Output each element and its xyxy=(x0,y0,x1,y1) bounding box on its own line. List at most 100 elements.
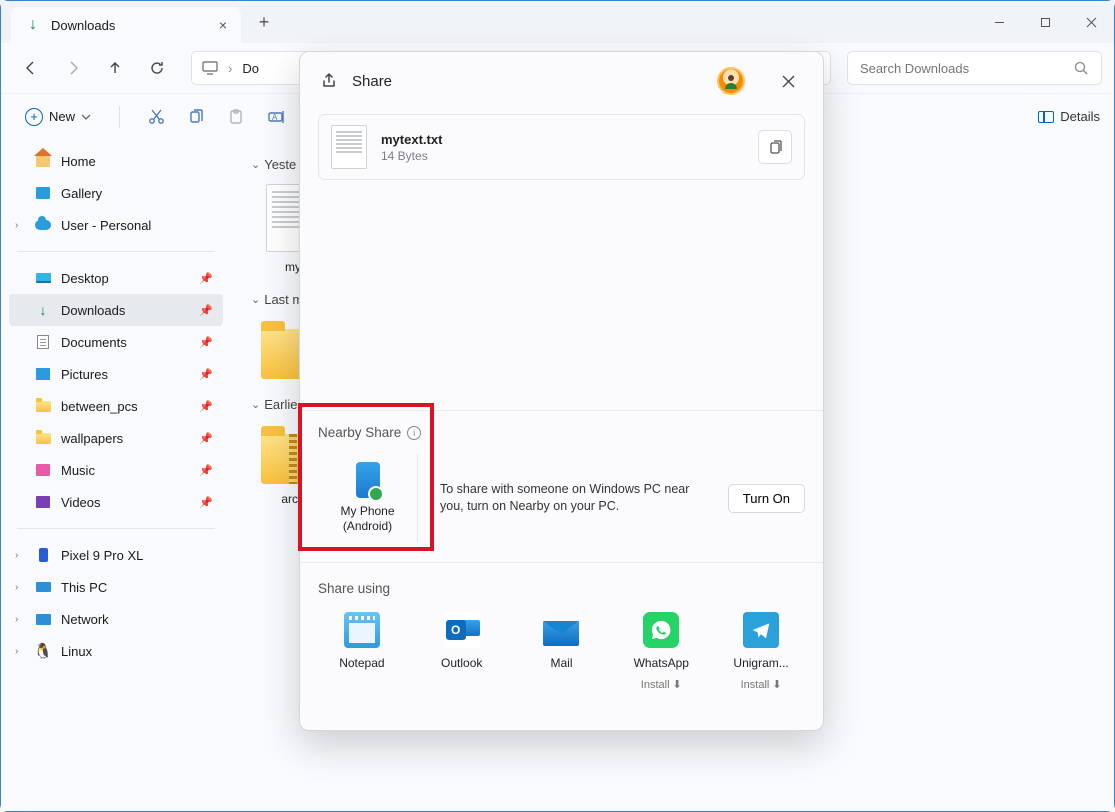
sidebar-item-music[interactable]: Music📌 xyxy=(9,454,223,486)
sidebar-item-downloads[interactable]: ↓Downloads📌 xyxy=(9,294,223,326)
share-app-unigram[interactable]: Unigram... Install ⬇ xyxy=(717,612,805,691)
details-label: Details xyxy=(1060,109,1100,124)
search-box[interactable] xyxy=(847,51,1102,85)
chevron-right-icon[interactable]: › xyxy=(15,582,18,593)
sidebar-item-wallpapers[interactable]: wallpapers📌 xyxy=(9,422,223,454)
share-close-button[interactable] xyxy=(773,66,803,96)
rename-button[interactable]: A xyxy=(258,99,294,135)
home-icon xyxy=(36,155,50,167)
file-card: mytext.txt 14 Bytes xyxy=(318,114,805,180)
nearby-message: To share with someone on Windows PC near… xyxy=(440,481,706,516)
sidebar-item-pixel[interactable]: ›Pixel 9 Pro XL xyxy=(9,539,223,571)
chevron-right-icon[interactable]: › xyxy=(15,614,18,625)
search-icon xyxy=(1074,61,1089,76)
breadcrumb-item[interactable]: Do xyxy=(242,61,259,76)
download-icon: ↓ xyxy=(40,302,47,318)
device-name: My Phone(Android) xyxy=(340,504,394,534)
phone-device-icon xyxy=(356,462,380,498)
pictures-icon xyxy=(36,368,50,380)
telegram-icon xyxy=(743,612,779,648)
file-size: 14 Bytes xyxy=(381,149,442,163)
sidebar-item-network[interactable]: ›Network xyxy=(9,603,223,635)
close-button[interactable] xyxy=(1068,1,1114,43)
whatsapp-icon xyxy=(643,612,679,648)
divider xyxy=(119,106,120,128)
sidebar-item-videos[interactable]: Videos📌 xyxy=(9,486,223,518)
paste-button[interactable] xyxy=(218,99,254,135)
search-input[interactable] xyxy=(860,61,1074,76)
turn-on-button[interactable]: Turn On xyxy=(728,484,805,513)
share-app-notepad[interactable]: Notepad xyxy=(318,612,406,691)
sidebar-item-pictures[interactable]: Pictures📌 xyxy=(9,358,223,390)
outlook-icon: O xyxy=(444,612,480,648)
plus-icon: + xyxy=(25,108,43,126)
breadcrumb-separator: › xyxy=(228,61,232,76)
text-file-icon xyxy=(331,125,367,169)
share-app-whatsapp[interactable]: WhatsApp Install ⬇ xyxy=(617,612,705,691)
pc-icon xyxy=(36,582,51,592)
copy-button[interactable] xyxy=(758,130,792,164)
cut-button[interactable] xyxy=(138,99,174,135)
phone-icon xyxy=(39,548,48,562)
pin-icon: 📌 xyxy=(199,464,213,477)
mail-icon xyxy=(543,612,579,648)
gallery-icon xyxy=(36,187,50,199)
new-button-label: New xyxy=(49,109,75,124)
chevron-right-icon[interactable]: › xyxy=(15,646,18,657)
chevron-right-icon[interactable]: › xyxy=(15,550,18,561)
chevron-right-icon[interactable]: › xyxy=(15,220,18,231)
minimize-button[interactable] xyxy=(976,1,1022,43)
info-icon[interactable]: i xyxy=(407,426,421,440)
tab-close-button[interactable]: × xyxy=(219,17,227,33)
forward-button[interactable] xyxy=(55,50,91,86)
monitor-icon xyxy=(202,61,218,75)
notepad-icon xyxy=(344,612,380,648)
sidebar-item-linux[interactable]: ›🐧Linux xyxy=(9,635,223,667)
download-icon: ⬇ xyxy=(673,678,682,691)
user-avatar[interactable] xyxy=(717,67,745,95)
sidebar: Home Gallery ›User - Personal Desktop📌 ↓… xyxy=(1,139,231,811)
share-icon xyxy=(320,72,338,90)
new-tab-button[interactable]: + xyxy=(247,5,281,39)
up-button[interactable] xyxy=(97,50,133,86)
maximize-button[interactable] xyxy=(1022,1,1068,43)
document-icon xyxy=(37,335,49,349)
share-app-mail[interactable]: Mail xyxy=(518,612,606,691)
share-header: Share xyxy=(300,52,823,110)
sidebar-item-documents[interactable]: Documents📌 xyxy=(9,326,223,358)
sidebar-item-desktop[interactable]: Desktop📌 xyxy=(9,262,223,294)
folder-icon xyxy=(36,433,51,444)
sidebar-item-thispc[interactable]: ›This PC xyxy=(9,571,223,603)
share-app-outlook[interactable]: O Outlook xyxy=(418,612,506,691)
new-button[interactable]: + New xyxy=(15,104,101,130)
nearby-share-title: Nearby Share i xyxy=(318,425,805,440)
tab-title: Downloads xyxy=(51,18,209,33)
network-icon xyxy=(36,614,51,625)
back-button[interactable] xyxy=(13,50,49,86)
chevron-down-icon: ⌄ xyxy=(251,293,260,306)
details-button[interactable]: Details xyxy=(1038,109,1100,124)
cloud-icon xyxy=(35,220,51,230)
chevron-down-icon: ⌄ xyxy=(251,158,260,171)
pin-icon: 📌 xyxy=(199,400,213,413)
copy-button[interactable] xyxy=(178,99,214,135)
share-using-title: Share using xyxy=(318,581,805,596)
music-icon xyxy=(36,464,50,476)
pin-icon: 📌 xyxy=(199,272,213,285)
install-label: Install ⬇ xyxy=(741,678,782,691)
linux-icon: 🐧 xyxy=(35,643,51,659)
sidebar-item-gallery[interactable]: Gallery xyxy=(9,177,223,209)
title-bar: ↓ Downloads × + xyxy=(1,1,1114,43)
pin-icon: 📌 xyxy=(199,304,213,317)
details-icon xyxy=(1038,111,1054,123)
sidebar-item-home[interactable]: Home xyxy=(9,145,223,177)
pin-icon: 📌 xyxy=(199,496,213,509)
sidebar-item-between-pcs[interactable]: between_pcs📌 xyxy=(9,390,223,422)
tab-downloads[interactable]: ↓ Downloads × xyxy=(11,7,241,43)
refresh-button[interactable] xyxy=(139,50,175,86)
divider xyxy=(17,251,215,252)
nearby-share-section: Nearby Share i My Phone(Android) To shar… xyxy=(300,410,823,562)
pin-icon: 📌 xyxy=(199,336,213,349)
sidebar-item-user[interactable]: ›User - Personal xyxy=(9,209,223,241)
device-my-phone[interactable]: My Phone(Android) xyxy=(318,454,418,542)
